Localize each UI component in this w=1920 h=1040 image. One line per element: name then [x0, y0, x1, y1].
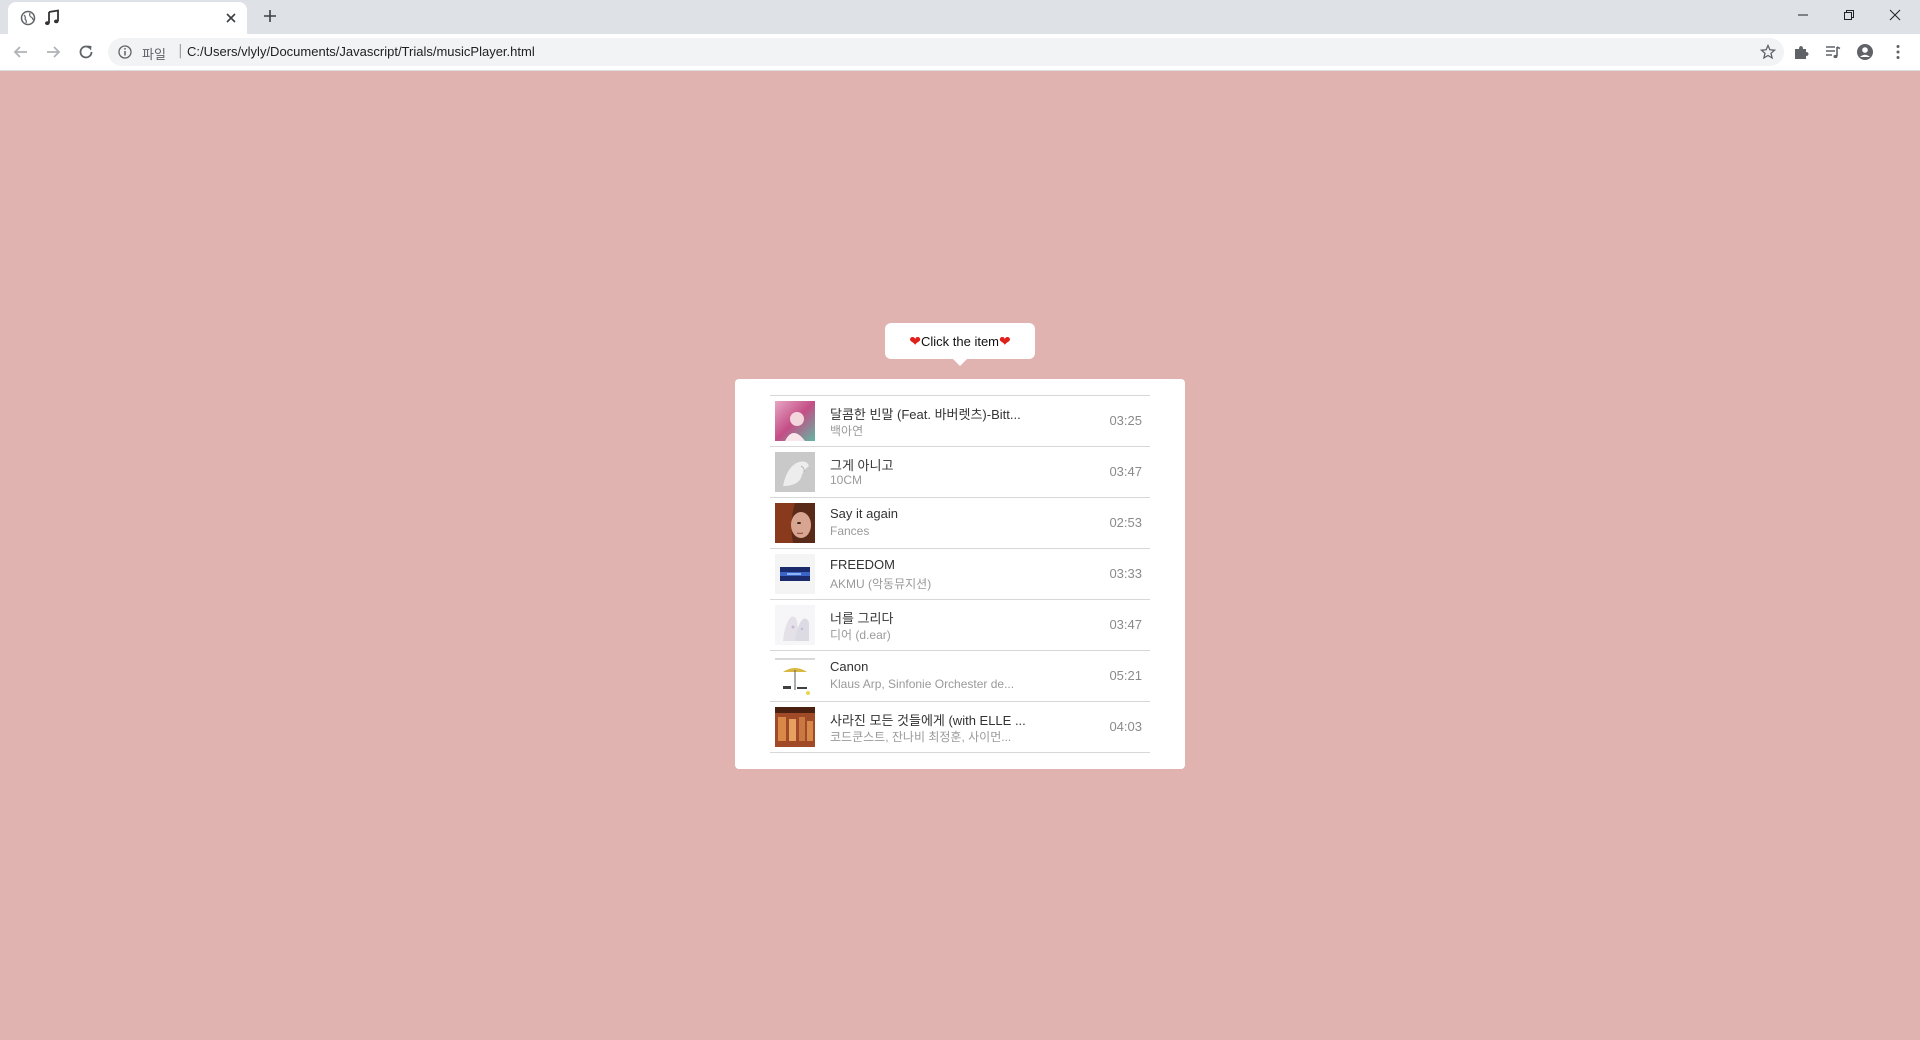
playlist: 달콤한 빈말 (Feat. 바버렛츠)-Bitt... 백아연 03:25 그게… — [770, 395, 1150, 753]
plus-icon[interactable] — [262, 8, 278, 24]
kebab-menu-icon[interactable] — [1889, 43, 1907, 61]
track-artist: Fances — [830, 524, 870, 538]
track-artist: 코드쿤스트, 잔나비 최정훈, 사이먼... — [830, 730, 1012, 744]
url-separator: | — [178, 43, 183, 59]
album-cover-image — [775, 605, 815, 645]
profile-icon[interactable] — [1856, 43, 1874, 61]
forward-arrow-icon[interactable] — [44, 43, 62, 61]
restore-button[interactable] — [1826, 0, 1872, 30]
close-icon[interactable] — [223, 10, 239, 26]
track-title: Canon — [830, 659, 869, 674]
url-scheme-label: 파일 — [142, 48, 166, 63]
list-item[interactable]: 달콤한 빈말 (Feat. 바버렛츠)-Bitt... 백아연 03:25 — [770, 396, 1150, 447]
album-cover-image — [775, 452, 815, 492]
track-duration: 03:47 — [1109, 617, 1142, 632]
minimize-button[interactable] — [1780, 0, 1826, 30]
album-cover-image — [775, 707, 815, 747]
track-title: FREEDOM — [830, 557, 895, 572]
list-item[interactable]: 너를 그리다 디어 (d.ear) 03:47 — [770, 600, 1150, 651]
album-cover-image — [775, 656, 815, 696]
reload-icon[interactable] — [77, 43, 95, 61]
music-player: 달콤한 빈말 (Feat. 바버렛츠)-Bitt... 백아연 03:25 그게… — [735, 379, 1185, 769]
back-arrow-icon[interactable] — [12, 43, 30, 61]
list-item[interactable]: 사라진 모든 것들에게 (with ELLE ... 코드쿤스트, 잔나비 최정… — [770, 702, 1150, 753]
hint-tooltip: ❤ Click the item ❤ — [885, 323, 1035, 366]
heart-icon: ❤ — [909, 332, 921, 349]
track-artist: 10CM — [830, 473, 863, 487]
page-viewport: ❤ Click the item ❤ 달콤한 빈말 (Feat. 바버렛츠)-B… — [0, 71, 1920, 1040]
globe-icon — [20, 10, 36, 26]
track-artist: 디어 (d.ear) — [830, 628, 891, 642]
media-queue-icon[interactable] — [1824, 43, 1842, 61]
heart-icon: ❤ — [999, 332, 1011, 349]
music-note-icon — [45, 9, 59, 26]
list-item[interactable]: Say it again Fances 02:53 — [770, 498, 1150, 549]
list-item[interactable]: 그게 아니고 10CM 03:47 — [770, 447, 1150, 498]
album-cover-image — [775, 554, 815, 594]
window-close-button[interactable] — [1872, 0, 1918, 30]
track-duration: 05:21 — [1109, 668, 1142, 683]
hint-text: Click the item — [920, 333, 1000, 349]
track-duration: 03:25 — [1109, 413, 1142, 428]
track-artist: AKMU (악동뮤지션) — [830, 577, 932, 591]
track-title: 너를 그리다 — [830, 611, 894, 626]
star-icon[interactable] — [1760, 44, 1776, 60]
track-duration: 02:53 — [1109, 515, 1142, 530]
album-cover-image — [775, 401, 815, 441]
track-duration: 03:33 — [1109, 566, 1142, 581]
browser-toolbar: 파일 | C:/Users/vlyly/Documents/Javascript… — [0, 34, 1920, 71]
track-title: 사라진 모든 것들에게 (with ELLE ... — [830, 713, 1026, 728]
track-duration: 03:47 — [1109, 464, 1142, 479]
close-icon — [1889, 9, 1901, 21]
track-title: Say it again — [830, 506, 898, 521]
list-item[interactable]: Canon Klaus Arp, Sinfonie Orchester de..… — [770, 651, 1150, 702]
restore-icon — [1844, 10, 1854, 20]
album-cover-image — [775, 503, 815, 543]
info-icon[interactable] — [118, 45, 132, 59]
track-title: 그게 아니고 — [830, 458, 894, 473]
list-item[interactable]: FREEDOM AKMU (악동뮤지션) 03:33 — [770, 549, 1150, 600]
minimize-icon — [1798, 14, 1808, 16]
address-bar[interactable]: 파일 | C:/Users/vlyly/Documents/Javascript… — [108, 38, 1784, 66]
tab-strip — [0, 0, 1920, 34]
url-text[interactable]: C:/Users/vlyly/Documents/Javascript/Tria… — [187, 44, 535, 59]
track-artist: Klaus Arp, Sinfonie Orchester de... — [830, 677, 1015, 691]
browser-tab[interactable] — [8, 2, 247, 34]
track-title: 달콤한 빈말 (Feat. 바버렛츠)-Bitt... — [830, 407, 1021, 422]
track-duration: 04:03 — [1109, 719, 1142, 734]
track-artist: 백아연 — [830, 424, 864, 438]
puzzle-icon[interactable] — [1792, 43, 1810, 61]
